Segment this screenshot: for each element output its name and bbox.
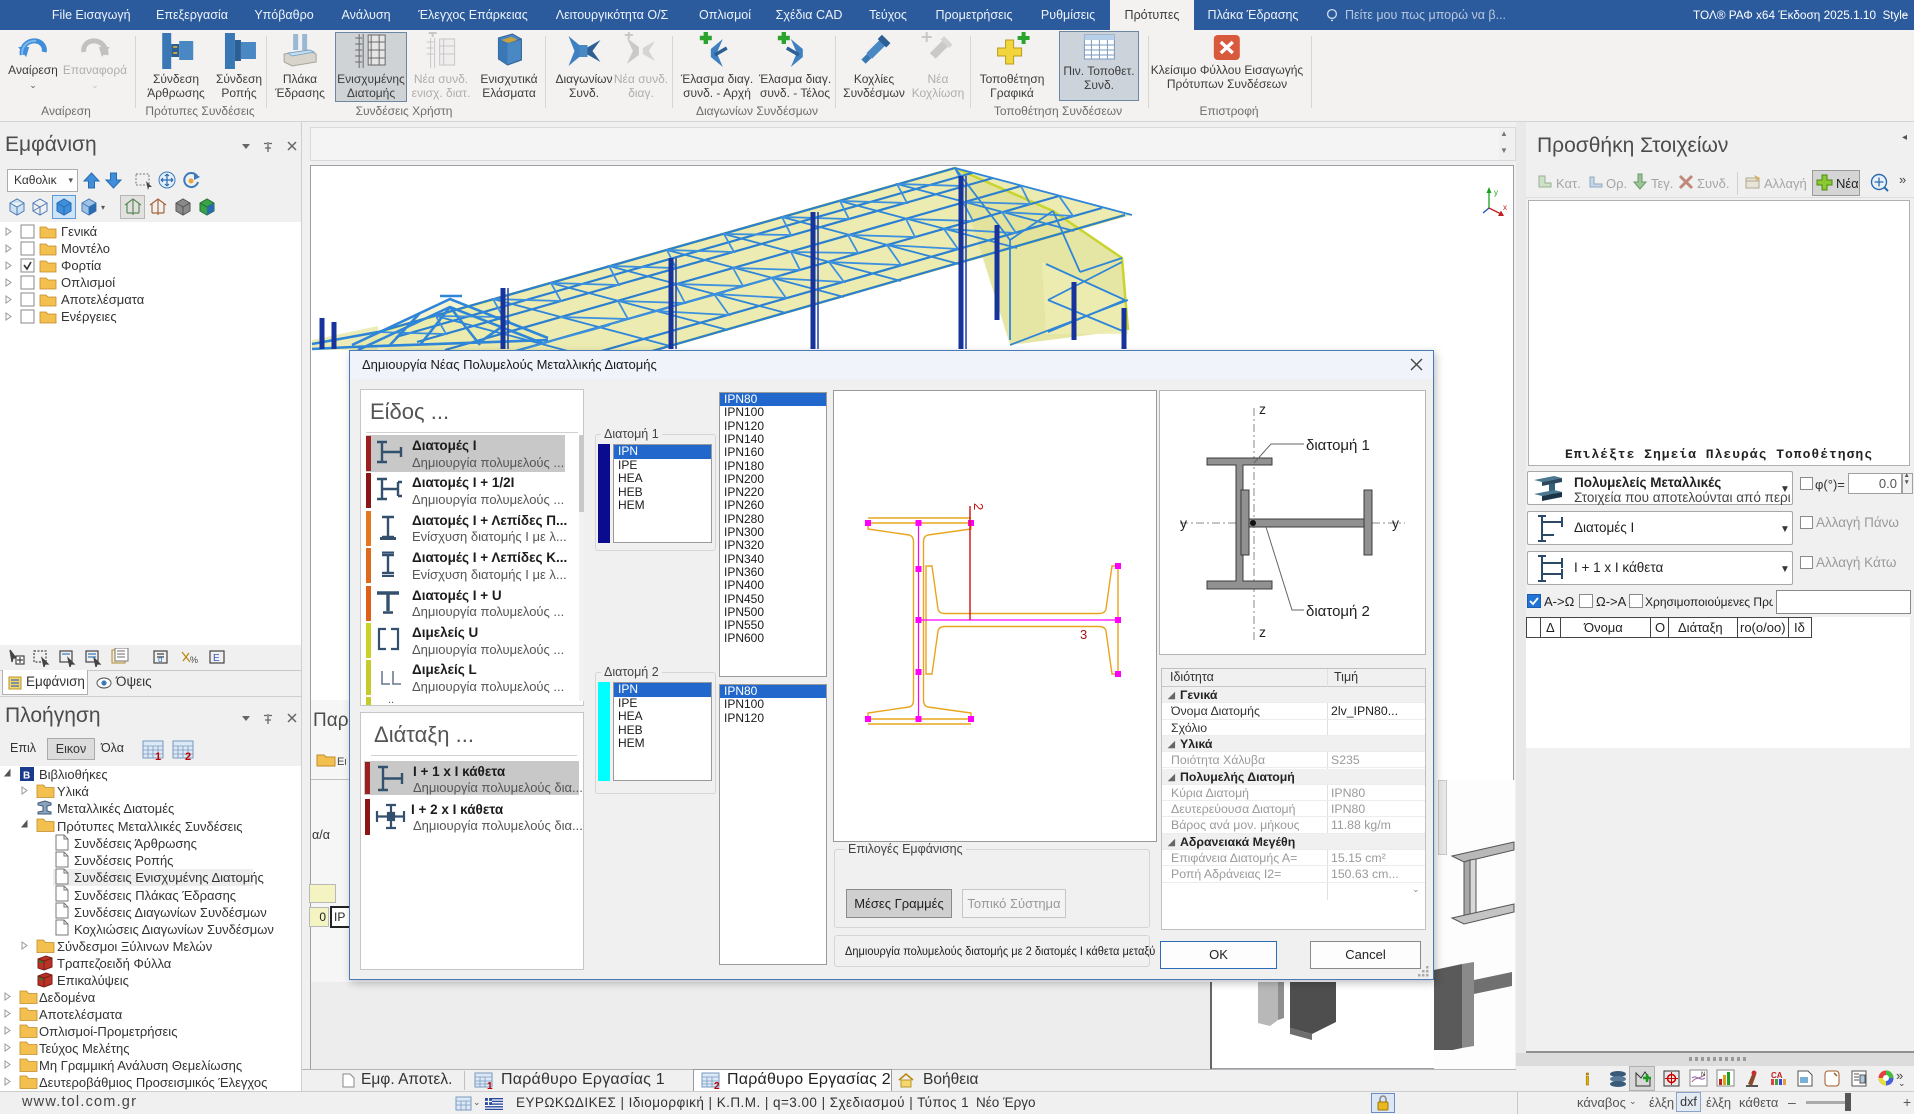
svg-text:Ιδ: Ιδ	[1794, 620, 1805, 635]
svg-text:x: x	[1503, 203, 1507, 212]
svg-text:διατομή 2: διατομή 2	[1306, 603, 1370, 620]
svg-text:CA: CA	[1771, 1071, 1783, 1080]
svg-text:y: y	[1494, 188, 1498, 197]
svg-text:2: 2	[185, 751, 191, 761]
svg-text:Όνομα: Όνομα	[1583, 620, 1623, 635]
svg-text:N: N	[1701, 1072, 1705, 1078]
svg-text:Δ: Δ	[1546, 620, 1555, 635]
svg-text:2: 2	[714, 1081, 720, 1090]
svg-text:i: i	[1585, 1070, 1590, 1089]
svg-text:ro(o/oo): ro(o/oo)	[1740, 620, 1786, 635]
svg-text:Ο: Ο	[1655, 620, 1665, 635]
svg-text:διατομή 1: διατομή 1	[1306, 437, 1370, 454]
svg-text:1: 1	[487, 1081, 493, 1090]
svg-text:z: z	[1259, 624, 1266, 640]
svg-text:B: B	[23, 771, 30, 782]
svg-text:3: 3	[1080, 627, 1087, 642]
svg-text:2: 2	[971, 503, 986, 510]
svg-text:z: z	[1259, 401, 1266, 417]
svg-text:Ει: Ει	[337, 756, 346, 768]
svg-text:Διάταξη: Διάταξη	[1678, 620, 1723, 635]
svg-text:d: d	[158, 655, 162, 664]
svg-text:y: y	[1180, 515, 1187, 531]
svg-text:1: 1	[155, 751, 161, 761]
svg-text:y: y	[1392, 515, 1399, 531]
svg-text:E: E	[213, 653, 220, 664]
svg-text:%: %	[190, 655, 198, 665]
